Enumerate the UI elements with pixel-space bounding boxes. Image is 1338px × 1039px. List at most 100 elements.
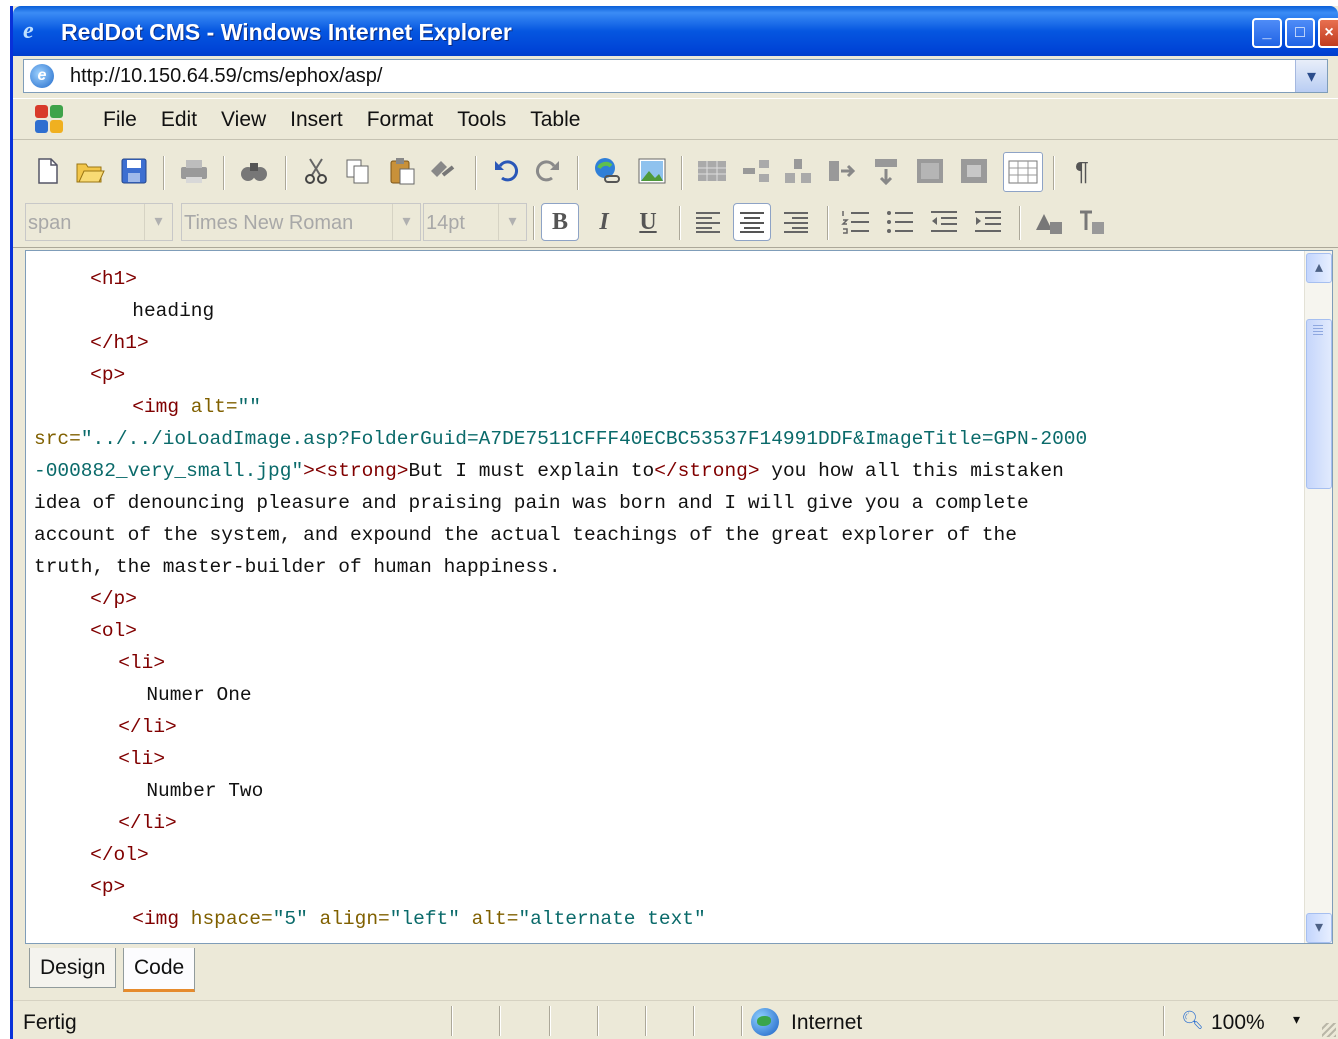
align-right-icon[interactable]	[777, 203, 815, 241]
scroll-up-button[interactable]: ▴	[1306, 253, 1332, 283]
menu-tools[interactable]: Tools	[445, 108, 518, 132]
menu-items: File Edit View Insert Format Tools Table	[91, 108, 592, 132]
cut-icon[interactable]	[301, 156, 331, 186]
tab-design[interactable]: Design	[29, 948, 117, 988]
status-separator	[549, 1006, 551, 1036]
maximize-button[interactable]: □	[1285, 18, 1315, 48]
code-line: -000882_very_small.jpg"><strong>But I mu…	[34, 455, 1064, 487]
align-center-icon[interactable]	[733, 203, 771, 241]
address-url[interactable]: http://10.150.64.59/cms/ephox/asp/	[70, 65, 382, 88]
code-token-txt: truth, the master-builder of human happi…	[34, 556, 561, 578]
style-select-value: span	[28, 212, 72, 234]
zoom-dropdown-icon[interactable]: ▾	[1293, 1011, 1300, 1028]
chevron-down-icon[interactable]: ▾	[498, 204, 526, 240]
scroll-down-button[interactable]: ▾	[1306, 913, 1332, 943]
browser-window: e RedDot CMS - Windows Internet Explorer…	[10, 6, 1338, 1039]
indent-icon[interactable]	[969, 203, 1007, 241]
code-token-txt: Number Two	[146, 780, 264, 802]
code-token-val: "left"	[389, 908, 460, 930]
style-select[interactable]: span ▾	[25, 203, 173, 241]
title-bar[interactable]: e RedDot CMS - Windows Internet Explorer…	[13, 6, 1338, 62]
zoom-level[interactable]: 100%	[1211, 1011, 1265, 1035]
window-controls: _ □ ×	[1252, 18, 1338, 48]
text-color-icon[interactable]	[1029, 203, 1067, 241]
redo-icon[interactable]	[533, 156, 563, 186]
chevron-down-icon[interactable]: ▾	[144, 204, 172, 240]
table-properties-icon[interactable]	[915, 156, 945, 186]
address-dropdown-button[interactable]: ▾	[1295, 60, 1327, 92]
highlight-icon[interactable]	[1073, 203, 1111, 241]
print-icon[interactable]	[179, 156, 209, 186]
close-button[interactable]: ×	[1318, 18, 1338, 48]
copy-icon[interactable]	[343, 156, 373, 186]
code-text-area[interactable]: <h1> heading </h1> <p> <img alt="" src="../..…	[26, 251, 1306, 943]
code-token-tag: <ol>	[90, 620, 137, 642]
globe-icon	[751, 1008, 779, 1036]
code-line: <li>	[118, 743, 165, 775]
code-line: </p>	[90, 583, 137, 615]
code-token-tag: <p>	[90, 876, 126, 898]
code-token-val: "../../ioLoadImage.asp?FolderGuid=A7DE75…	[80, 428, 1088, 450]
code-line: <ol>	[90, 615, 137, 647]
menu-format[interactable]: Format	[355, 108, 446, 132]
menu-table[interactable]: Table	[518, 108, 592, 132]
status-text: Fertig	[23, 1011, 77, 1034]
new-icon[interactable]	[33, 156, 63, 186]
paste-icon[interactable]	[387, 156, 417, 186]
open-icon[interactable]	[75, 156, 105, 186]
address-field[interactable]: e http://10.150.64.59/cms/ephox/asp/ ▾	[23, 59, 1328, 93]
reddot-logo-icon	[35, 105, 65, 135]
code-editor[interactable]: <h1> heading </h1> <p> <img alt="" src="../..…	[25, 250, 1333, 944]
align-left-icon[interactable]	[689, 203, 727, 241]
insert-link-icon[interactable]	[593, 156, 623, 186]
unordered-list-icon[interactable]	[881, 203, 919, 241]
security-zone: Internet	[791, 1011, 863, 1034]
menu-insert[interactable]: Insert	[278, 108, 355, 132]
find-icon[interactable]	[239, 156, 269, 186]
code-token-tag: <li>	[118, 748, 166, 770]
insert-column-icon[interactable]	[783, 156, 813, 186]
code-token-val: "alternate text"	[518, 908, 706, 930]
merge-cells-icon[interactable]	[827, 156, 857, 186]
code-token-tag: <img	[132, 908, 191, 930]
format-painter-icon[interactable]	[427, 156, 457, 186]
toolbar-separator	[679, 206, 681, 240]
insert-row-icon[interactable]	[741, 156, 771, 186]
code-line: <p>	[90, 871, 125, 903]
code-token-tag: <li>	[118, 652, 166, 674]
menu-edit[interactable]: Edit	[149, 108, 209, 132]
code-token-tag: </h1>	[90, 332, 149, 354]
size-select[interactable]: 14pt ▾	[423, 203, 527, 241]
save-icon[interactable]	[119, 156, 149, 186]
undo-icon[interactable]	[491, 156, 521, 186]
code-line: <p>	[90, 359, 125, 391]
menu-file[interactable]: File	[91, 108, 149, 132]
code-line: <li>	[118, 647, 165, 679]
cell-properties-icon[interactable]	[959, 156, 989, 186]
code-line: truth, the master-builder of human happi…	[34, 551, 561, 583]
underline-button[interactable]: U	[629, 203, 667, 241]
code-line: idea of denouncing pleasure and praising…	[34, 487, 1029, 519]
bold-button[interactable]: B	[541, 203, 579, 241]
minimize-button[interactable]: _	[1252, 18, 1282, 48]
scroll-thumb[interactable]	[1306, 319, 1332, 489]
menu-view[interactable]: View	[209, 108, 278, 132]
chevron-down-icon[interactable]: ▾	[392, 204, 420, 240]
zoom-icon[interactable]: 🔍︎	[1181, 1010, 1204, 1031]
italic-button[interactable]: I	[585, 203, 623, 241]
show-gridlines-icon[interactable]	[1003, 152, 1043, 192]
outdent-icon[interactable]	[925, 203, 963, 241]
font-select[interactable]: Times New Roman ▾	[181, 203, 421, 241]
window-title: RedDot CMS - Windows Internet Explorer	[61, 19, 512, 45]
ordered-list-icon[interactable]	[837, 203, 875, 241]
insert-image-icon[interactable]	[637, 156, 667, 186]
resize-grip-icon[interactable]	[1322, 1023, 1336, 1037]
code-token-txt: account of the system, and expound the a…	[34, 524, 1017, 546]
pilcrow-icon[interactable]: ¶	[1067, 156, 1097, 186]
vertical-scrollbar[interactable]: ▴ ▾	[1304, 251, 1332, 943]
insert-table-icon[interactable]	[697, 156, 727, 186]
code-token-tag: <img	[132, 396, 191, 418]
code-line: <img alt=""	[132, 391, 261, 423]
tab-code[interactable]: Code	[123, 948, 196, 992]
split-cells-icon[interactable]	[871, 156, 901, 186]
